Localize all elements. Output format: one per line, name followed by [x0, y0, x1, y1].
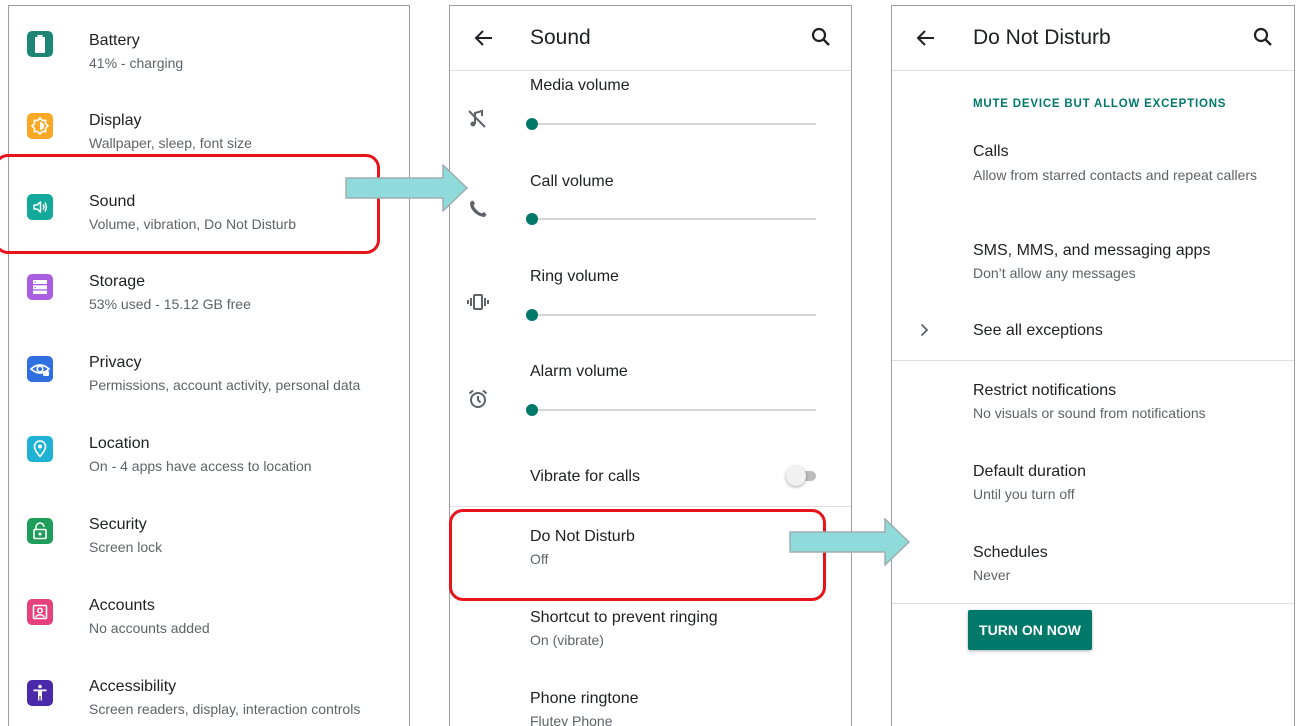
accessibility-icon [27, 680, 53, 706]
divider [450, 506, 851, 507]
slider-thumb[interactable] [526, 309, 538, 321]
settings-item-battery[interactable]: Battery 41% - charging [9, 19, 409, 99]
storage-icon [27, 274, 53, 300]
schedules-title: Schedules [973, 544, 1048, 561]
settings-item-title: Accounts [89, 597, 155, 614]
settings-item-storage[interactable]: Storage 53% used - 15.12 GB free [9, 262, 409, 342]
settings-item-accessibility[interactable]: Accessibility Screen readers, display, i… [9, 667, 409, 726]
settings-item-title: Accessibility [89, 678, 177, 695]
shortcut-status: On (vibrate) [530, 632, 604, 648]
settings-item-subtitle: Screen lock [89, 539, 163, 555]
ringtone-value: Flutey Phone [530, 713, 613, 726]
lock-icon [27, 518, 53, 544]
settings-item-accounts[interactable]: Accounts No accounts added [9, 586, 409, 666]
settings-item-subtitle: 41% - charging [89, 55, 184, 71]
settings-item-subtitle: No accounts added [89, 620, 210, 636]
divider [892, 360, 1294, 361]
volume-label: Call volume [530, 173, 614, 190]
settings-item-title: Security [89, 516, 147, 533]
app-bar: Sound [450, 6, 851, 71]
search-icon[interactable] [809, 25, 833, 49]
settings-item-subtitle: Screen readers, display, interaction con… [89, 701, 361, 717]
volume-label: Media volume [530, 77, 630, 94]
call-volume-slider[interactable] [526, 213, 816, 225]
slider-thumb[interactable] [526, 404, 538, 416]
app-bar: Do Not Disturb [892, 6, 1294, 71]
messages-title: SMS, MMS, and messaging apps [973, 242, 1211, 259]
sound-settings-panel: Sound Media volume Call volume Ring volu… [449, 5, 852, 726]
alarm-volume-slider[interactable] [526, 404, 816, 416]
section-header: MUTE DEVICE BUT ALLOW EXCEPTIONS [973, 98, 1227, 110]
settings-item-privacy[interactable]: Privacy Permissions, account activity, p… [9, 343, 409, 423]
page-title: Do Not Disturb [973, 26, 1111, 49]
settings-item-title: Privacy [89, 354, 142, 371]
do-not-disturb-highlight-box [449, 509, 826, 601]
vibrate-for-calls-label: Vibrate for calls [530, 468, 640, 485]
divider [892, 603, 1294, 604]
shortcut-title: Shortcut to prevent ringing [530, 609, 718, 626]
media-volume-slider[interactable] [526, 118, 816, 130]
turn-on-now-button[interactable]: TURN ON NOW [968, 610, 1092, 650]
settings-item-subtitle: Wallpaper, sleep, font size [89, 135, 252, 151]
page-title: Sound [530, 26, 591, 49]
restrict-title: Restrict notifications [973, 382, 1117, 399]
ringtone-title: Phone ringtone [530, 690, 639, 707]
settings-item-subtitle: 53% used - 15.12 GB free [89, 296, 251, 312]
privacy-eye-icon [27, 356, 53, 382]
slider-thumb[interactable] [526, 213, 538, 225]
settings-item-security[interactable]: Security Screen lock [9, 505, 409, 585]
account-box-icon [27, 599, 53, 625]
settings-item-title: Display [89, 112, 142, 129]
volume-label: Alarm volume [530, 363, 628, 380]
arrow-right-icon [345, 164, 469, 212]
duration-subtitle: Until you turn off [973, 486, 1075, 502]
settings-item-subtitle: Permissions, account activity, personal … [89, 377, 361, 393]
arrow-back-icon[interactable] [914, 26, 938, 50]
settings-list-panel: Battery 41% - charging Display Wallpaper… [8, 5, 410, 726]
vibrate-for-calls-toggle[interactable] [786, 466, 818, 486]
toggle-knob [786, 466, 806, 486]
do-not-disturb-panel: Do Not Disturb MUTE DEVICE BUT ALLOW EXC… [891, 5, 1295, 726]
see-all-exceptions-title: See all exceptions [973, 322, 1103, 339]
battery-icon [27, 31, 53, 57]
settings-item-location[interactable]: Location On - 4 apps have access to loca… [9, 424, 409, 504]
media-off-icon[interactable] [466, 107, 490, 131]
settings-item-title: Battery [89, 32, 140, 49]
vibrate-icon[interactable] [466, 290, 490, 314]
volume-label: Ring volume [530, 268, 619, 285]
sound-highlight-box [0, 154, 380, 254]
settings-item-subtitle: On - 4 apps have access to location [89, 458, 312, 474]
ring-volume-slider[interactable] [526, 309, 816, 321]
brightness-icon [27, 113, 53, 139]
slider-thumb[interactable] [526, 118, 538, 130]
calls-subtitle: Allow from starred contacts and repeat c… [973, 167, 1258, 183]
duration-title: Default duration [973, 463, 1086, 480]
messages-subtitle: Don’t allow any messages [973, 265, 1136, 281]
schedules-subtitle: Never [973, 567, 1011, 583]
location-pin-icon [27, 436, 53, 462]
phone-icon[interactable] [466, 197, 490, 221]
settings-item-title: Location [89, 435, 150, 452]
arrow-right-icon [789, 518, 911, 566]
search-icon[interactable] [1251, 25, 1275, 49]
restrict-subtitle: No visuals or sound from notifications [973, 405, 1206, 421]
settings-item-title: Storage [89, 273, 146, 290]
alarm-icon[interactable] [466, 387, 490, 411]
arrow-back-icon[interactable] [472, 26, 496, 50]
calls-title: Calls [973, 143, 1009, 160]
chevron-right-icon [916, 322, 932, 338]
